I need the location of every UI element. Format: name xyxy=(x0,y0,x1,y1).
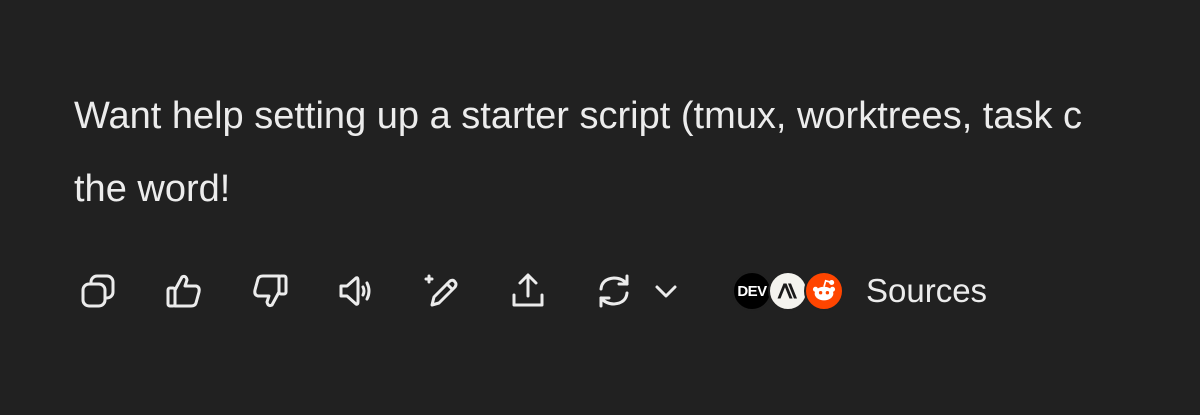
copy-button[interactable] xyxy=(72,265,124,317)
reddit-favicon xyxy=(804,271,844,311)
chevron-down-icon xyxy=(655,285,677,298)
chat-response-area: Want help setting up a starter script (t… xyxy=(0,0,1200,415)
assistant-message: Want help setting up a starter script (t… xyxy=(74,80,1200,226)
thumbs-down-button[interactable] xyxy=(244,265,296,317)
sources-label: Sources xyxy=(866,272,988,309)
read-aloud-button[interactable] xyxy=(330,265,382,317)
share-button[interactable] xyxy=(502,265,554,317)
model-menu-toggle[interactable] xyxy=(640,265,692,317)
thumbs-up-icon xyxy=(166,274,201,308)
thumbs-up-button[interactable] xyxy=(158,265,210,317)
regenerate-button[interactable] xyxy=(588,265,692,317)
anthropic-favicon xyxy=(768,271,808,311)
sources-button[interactable]: DEV Sources xyxy=(732,269,987,313)
dev-favicon: DEV xyxy=(732,271,772,311)
message-action-bar: DEV Sources xyxy=(72,265,987,317)
regenerate-icon-wrap xyxy=(588,265,640,317)
magic-pencil-icon xyxy=(424,274,458,307)
share-icon xyxy=(512,273,544,307)
anthropic-logo-icon xyxy=(777,283,797,299)
copy-icon xyxy=(81,274,115,308)
message-line-1: Want help setting up a starter script (t… xyxy=(74,95,1083,137)
message-line-2: the word! xyxy=(74,168,231,210)
speaker-icon xyxy=(339,276,371,306)
reddit-logo-icon xyxy=(812,279,836,301)
source-favicons: DEV xyxy=(732,269,848,313)
refresh-icon xyxy=(599,274,629,308)
edit-button[interactable] xyxy=(416,265,468,317)
thumbs-down-icon xyxy=(253,274,288,308)
